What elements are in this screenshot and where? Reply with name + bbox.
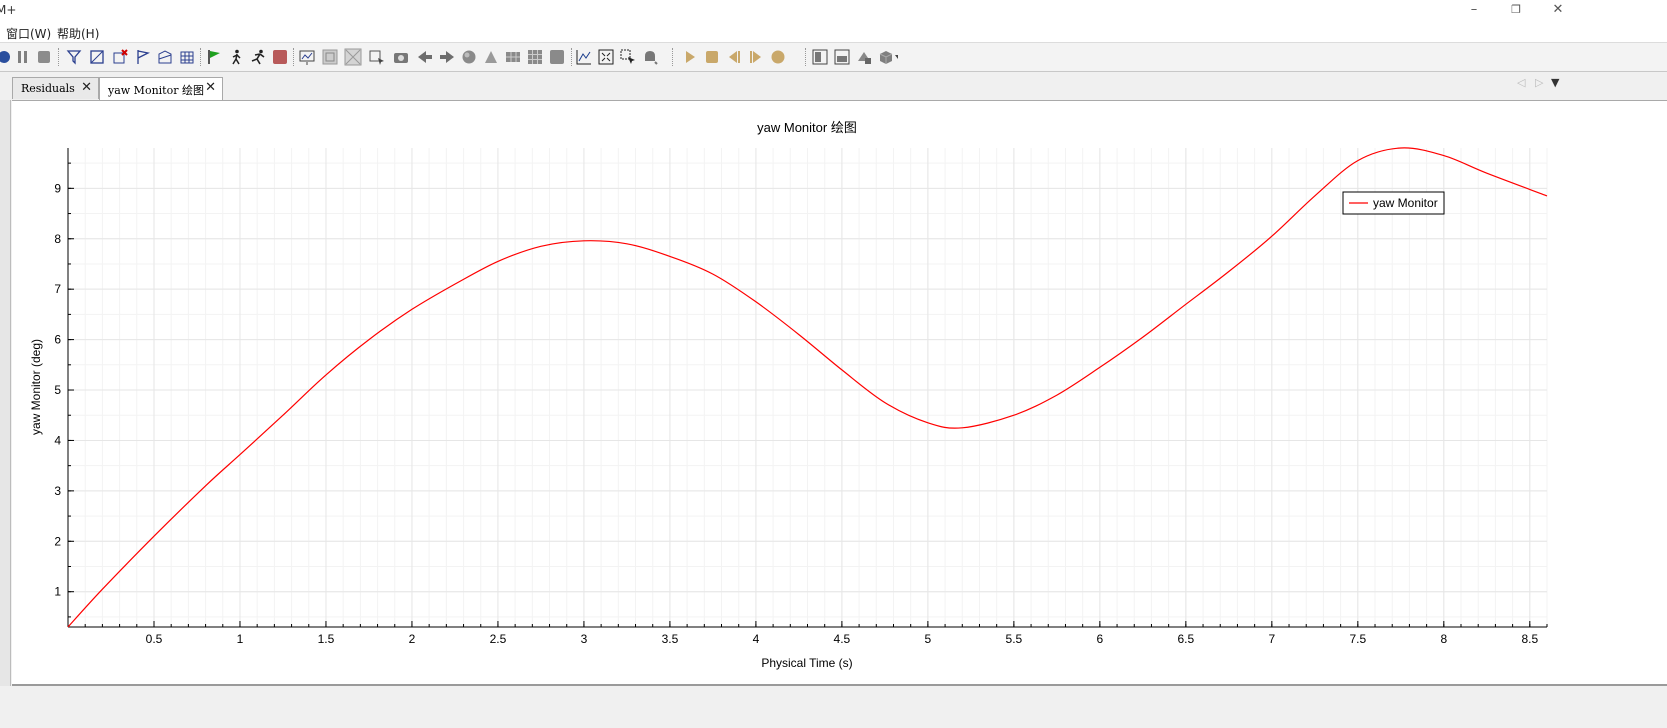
x-tick-label: 1 (237, 632, 244, 646)
tab-bar: Residuals ✕ yaw Monitor 绘图 ✕ (0, 72, 1667, 100)
y-tick-label: 7 (54, 282, 61, 296)
record-icon[interactable] (0, 47, 14, 67)
close-icon[interactable]: ✕ (81, 80, 92, 95)
x-tick-label: 5.5 (1006, 632, 1023, 646)
status-bar (0, 686, 1667, 728)
prev-frame-icon[interactable] (724, 47, 744, 67)
box-icon[interactable] (547, 47, 567, 67)
menu-help[interactable]: 帮助(H) (57, 25, 99, 42)
chart-title: yaw Monitor 绘图 (757, 120, 857, 135)
menu-window[interactable]: 窗口(W) (6, 25, 51, 42)
cube-icon[interactable] (878, 47, 898, 67)
app-title: M+ (0, 3, 17, 17)
grid-lines (68, 148, 1548, 627)
grid-icon[interactable] (525, 47, 545, 67)
delete-plot-icon[interactable] (110, 47, 130, 67)
probe-icon[interactable] (481, 47, 501, 67)
toolbar-separator (293, 48, 294, 66)
tab-residuals[interactable]: Residuals ✕ (12, 77, 99, 99)
legend-entry: yaw Monitor (1373, 196, 1438, 210)
x-tick-label: 2.5 (490, 632, 507, 646)
layout-icon[interactable] (810, 47, 830, 67)
fit-icon[interactable] (596, 47, 616, 67)
tab-menu-icon[interactable]: ▼ (1551, 76, 1559, 89)
close-button[interactable]: ✕ (1535, 0, 1581, 22)
back-icon[interactable] (415, 47, 435, 67)
tab-label: yaw Monitor 绘图 (108, 84, 204, 97)
y-tick-label: 1 (54, 585, 61, 599)
toolbar-separator (200, 48, 201, 66)
y-tick-label: 4 (54, 433, 61, 447)
x-tick-label: 0.5 (146, 632, 163, 646)
tab-yaw-monitor-plot[interactable]: yaw Monitor 绘图 ✕ (99, 77, 223, 100)
y-tick-label: 6 (54, 333, 61, 347)
x-tick-label: 5 (925, 632, 932, 646)
camera-icon[interactable] (391, 47, 411, 67)
x-axis-label: Physical Time (s) (761, 656, 852, 670)
view-icon[interactable] (854, 47, 874, 67)
select-icon[interactable] (367, 47, 387, 67)
pause-icon[interactable] (13, 47, 33, 67)
record-anim-icon[interactable] (768, 47, 788, 67)
y-tick-label: 2 (54, 534, 61, 548)
restore-button[interactable]: ❐ (1493, 0, 1539, 22)
sphere-icon[interactable] (459, 47, 479, 67)
flag-outline-icon[interactable] (133, 47, 153, 67)
x-tick-label: 8.5 (1521, 632, 1538, 646)
legend: yaw Monitor (1342, 191, 1445, 215)
toolbar-separator (58, 48, 59, 66)
y-axis-label: yaw Monitor (deg) (29, 339, 43, 435)
next-frame-icon[interactable] (746, 47, 766, 67)
stop-icon[interactable] (34, 47, 54, 67)
x-tick-label: 4 (753, 632, 760, 646)
y-tick-label: 5 (54, 383, 61, 397)
filter-icon[interactable] (64, 47, 84, 67)
x-tick-label: 7.5 (1349, 632, 1366, 646)
x-tick-label: 4.5 (834, 632, 851, 646)
run-flag-icon[interactable] (204, 47, 224, 67)
x-tick-label: 1.5 (318, 632, 335, 646)
y-tick-label: 9 (54, 181, 61, 195)
play-icon[interactable] (680, 47, 700, 67)
plot-3d-icon[interactable] (155, 47, 175, 67)
tab-label: Residuals (21, 82, 75, 95)
toolbar-separator (672, 48, 673, 66)
toolbar-separator (571, 48, 572, 66)
step-icon[interactable] (226, 47, 246, 67)
scene-icon[interactable] (87, 47, 107, 67)
toolbar (0, 43, 1667, 72)
yaw-monitor-chart[interactable]: 0.5 1 1.5 2 2.5 3 3.5 4 4.5 5 5.5 6 6.5 7 7.5 8 8.5 1 2 3 4 5… (12, 101, 1667, 685)
forward-icon[interactable] (437, 47, 457, 67)
x-tick-label: 3 (581, 632, 588, 646)
y-tick-label: 3 (54, 484, 61, 498)
toolbar-separator (805, 48, 806, 66)
x-tick-label: 8 (1440, 632, 1447, 646)
stop-run-icon[interactable] (270, 47, 290, 67)
image-icon[interactable] (297, 47, 317, 67)
cursor-icon[interactable] (618, 47, 638, 67)
layout2-icon[interactable] (832, 47, 852, 67)
stop-anim-icon[interactable] (702, 47, 722, 67)
tab-scroll-right-icon[interactable]: ▷ (1535, 76, 1543, 89)
zoom-icon[interactable] (343, 47, 363, 67)
grid-fit-icon[interactable] (320, 47, 340, 67)
x-tick-label: 7 (1268, 632, 1275, 646)
table-icon[interactable] (503, 47, 523, 67)
mesh-icon[interactable] (177, 47, 197, 67)
run-icon[interactable] (248, 47, 268, 67)
minimize-button[interactable]: – (1451, 0, 1497, 22)
side-panel-strip[interactable] (0, 72, 11, 728)
x-tick-label: 2 (409, 632, 416, 646)
bell-icon[interactable] (640, 47, 660, 67)
tab-scroll-left-icon[interactable]: ◁ (1517, 76, 1525, 89)
menu-bar: 窗口(W) 帮助(H) (0, 22, 1667, 43)
x-tick-label: 6 (1097, 632, 1104, 646)
plot-points-icon[interactable] (574, 47, 594, 67)
title-bar: M+ – ❐ ✕ (0, 0, 1667, 22)
plot-panel: 0.5 1 1.5 2 2.5 3 3.5 4 4.5 5 5.5 6 6.5 7 7.5 8 8.5 1 2 3 4 5… (12, 100, 1667, 685)
y-tick-label: 8 (54, 232, 61, 246)
x-tick-label: 6.5 (1178, 632, 1195, 646)
close-icon[interactable]: ✕ (205, 80, 216, 95)
x-tick-label: 3.5 (662, 632, 679, 646)
